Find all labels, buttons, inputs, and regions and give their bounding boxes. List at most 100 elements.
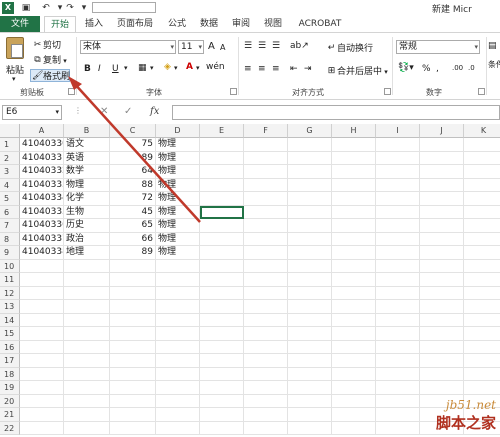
table-cell[interactable] <box>464 219 500 233</box>
table-cell[interactable] <box>244 219 288 233</box>
table-cell[interactable] <box>376 273 420 287</box>
underline-button[interactable]: U <box>112 64 119 74</box>
table-cell[interactable]: 政治 <box>64 232 110 246</box>
table-cell[interactable] <box>200 192 244 206</box>
table-cell[interactable] <box>332 259 376 273</box>
table-cell[interactable] <box>200 327 244 341</box>
table-cell[interactable] <box>110 381 156 395</box>
increase-decimal-icon[interactable]: .00 <box>452 64 463 72</box>
font-color-icon[interactable]: A <box>186 62 193 72</box>
table-cell[interactable] <box>376 205 420 219</box>
table-cell[interactable] <box>464 192 500 206</box>
table-cell[interactable] <box>288 165 332 179</box>
table-cell[interactable] <box>288 151 332 165</box>
table-cell[interactable] <box>244 232 288 246</box>
table-cell[interactable] <box>420 219 464 233</box>
table-cell[interactable]: 41040331 <box>20 151 64 165</box>
column-header-e[interactable]: E <box>200 124 244 138</box>
table-cell[interactable] <box>20 354 64 368</box>
table-cell[interactable] <box>20 327 64 341</box>
row-header[interactable]: 8 <box>0 232 20 246</box>
table-cell[interactable] <box>110 340 156 354</box>
table-cell[interactable]: 41040335 <box>20 205 64 219</box>
table-cell[interactable] <box>244 205 288 219</box>
table-cell[interactable] <box>464 368 500 381</box>
formula-input[interactable] <box>172 105 500 120</box>
table-cell[interactable] <box>244 246 288 260</box>
table-cell[interactable] <box>376 381 420 395</box>
table-cell[interactable]: 物理 <box>156 219 200 233</box>
row-header[interactable]: 16 <box>0 340 20 354</box>
clipboard-launcher-icon[interactable] <box>68 88 75 95</box>
row-header[interactable]: 1 <box>0 138 20 152</box>
table-cell[interactable] <box>156 259 200 273</box>
column-header-f[interactable]: F <box>244 124 288 138</box>
select-all-corner[interactable] <box>0 124 20 138</box>
table-cell[interactable] <box>288 232 332 246</box>
font-launcher-icon[interactable] <box>230 88 237 95</box>
insert-function-icon[interactable]: fx <box>150 106 159 117</box>
format-painter-button[interactable]: 🖌格式刷 <box>32 69 70 82</box>
align-bottom-icon[interactable]: ☰ <box>272 41 280 51</box>
table-cell[interactable] <box>332 205 376 219</box>
table-cell[interactable] <box>156 394 200 408</box>
tab-review[interactable]: 审阅 <box>228 16 254 32</box>
table-cell[interactable] <box>156 313 200 327</box>
table-cell[interactable]: 88 <box>110 178 156 192</box>
table-cell[interactable]: 66 <box>110 232 156 246</box>
table-cell[interactable] <box>376 354 420 368</box>
table-cell[interactable] <box>420 165 464 179</box>
table-cell[interactable] <box>332 151 376 165</box>
shrink-font-button[interactable]: A <box>220 43 225 52</box>
table-cell[interactable] <box>288 246 332 260</box>
table-cell[interactable] <box>332 219 376 233</box>
table-cell[interactable] <box>20 286 64 300</box>
table-cell[interactable] <box>244 192 288 206</box>
table-cell[interactable] <box>156 367 200 381</box>
table-cell[interactable] <box>156 286 200 300</box>
table-cell[interactable] <box>200 138 244 152</box>
table-cell[interactable] <box>464 381 500 395</box>
table-cell[interactable] <box>110 313 156 327</box>
align-left-icon[interactable]: ≡ <box>244 64 252 74</box>
column-header-b[interactable]: B <box>64 124 110 138</box>
align-center-icon[interactable]: ≡ <box>258 64 266 74</box>
table-cell[interactable] <box>420 381 464 395</box>
cut-button[interactable]: ✂ 剪切 <box>32 38 61 51</box>
table-cell[interactable] <box>110 408 156 422</box>
table-cell[interactable] <box>288 340 332 354</box>
table-cell[interactable] <box>110 327 156 341</box>
table-cell[interactable] <box>332 192 376 206</box>
table-cell[interactable] <box>464 260 500 273</box>
table-cell[interactable]: 生物 <box>64 205 110 219</box>
row-header[interactable]: 18 <box>0 367 20 381</box>
table-cell[interactable] <box>244 286 288 300</box>
table-cell[interactable] <box>200 205 244 219</box>
table-cell[interactable] <box>376 178 420 192</box>
table-cell[interactable]: 41040332 <box>20 165 64 179</box>
column-header-a[interactable]: A <box>20 124 64 138</box>
enter-icon[interactable]: ✓ <box>124 106 132 117</box>
table-cell[interactable] <box>200 313 244 327</box>
table-cell[interactable] <box>20 408 64 422</box>
table-cell[interactable] <box>288 381 332 395</box>
table-cell[interactable] <box>420 232 464 246</box>
table-cell[interactable] <box>464 287 500 300</box>
wrap-text-button[interactable]: ↵ 自动换行 <box>326 41 373 54</box>
table-cell[interactable] <box>110 421 156 435</box>
table-cell[interactable] <box>332 421 376 435</box>
table-cell[interactable] <box>64 354 110 368</box>
table-cell[interactable] <box>332 273 376 287</box>
customize-dropdown-icon[interactable]: ▾ <box>78 2 90 14</box>
table-cell[interactable] <box>20 300 64 314</box>
table-cell[interactable] <box>156 354 200 368</box>
table-cell[interactable] <box>464 152 500 165</box>
table-cell[interactable] <box>64 340 110 354</box>
table-cell[interactable] <box>376 165 420 179</box>
table-cell[interactable] <box>110 300 156 314</box>
redo-icon[interactable]: ↷ <box>64 2 76 14</box>
table-cell[interactable] <box>20 381 64 395</box>
table-cell[interactable] <box>244 340 288 354</box>
column-header-g[interactable]: G <box>288 124 332 138</box>
table-cell[interactable]: 物理 <box>156 232 200 246</box>
